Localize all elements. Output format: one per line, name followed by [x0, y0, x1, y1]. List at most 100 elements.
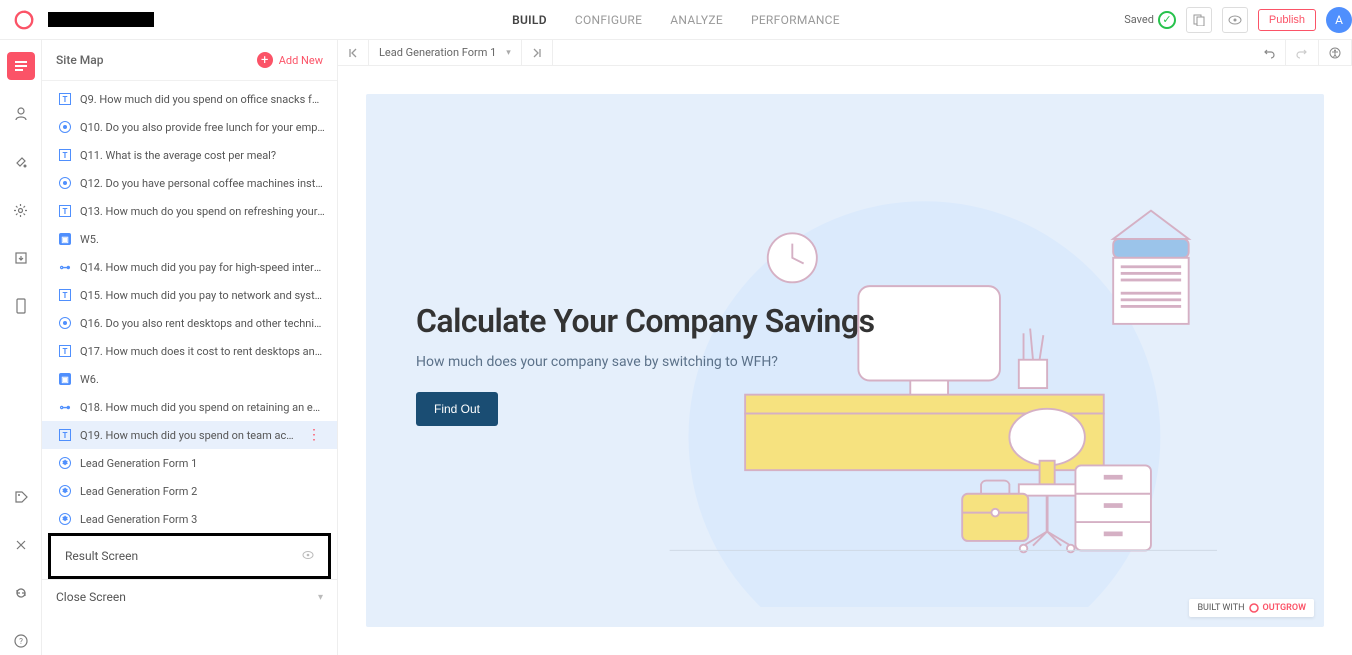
plus-icon: +	[257, 52, 273, 68]
sitemap-item-label: Q12. Do you have personal coffee machine…	[80, 177, 325, 190]
sitemap-item[interactable]: T Q17. How much does it cost to rent desk…	[42, 337, 337, 365]
svg-text:?: ?	[19, 637, 23, 646]
built-with-prefix: BUILT WITH	[1197, 603, 1244, 613]
sitemap-item-label: Lead Generation Form 2	[80, 485, 325, 498]
close-screen-section[interactable]: Close Screen ▾	[42, 579, 337, 614]
add-new-label: Add New	[279, 54, 323, 67]
last-screen-icon[interactable]	[522, 40, 553, 65]
form-type-icon: ✽	[58, 456, 72, 470]
result-screen-section[interactable]: Result Screen	[51, 536, 328, 576]
sitemap-sidebar: Site Map + Add New T Q9. How much did you…	[42, 40, 338, 655]
form-type-icon: ✽	[58, 512, 72, 526]
sitemap-item-label: Q19. How much did you spend on team acti…	[80, 429, 295, 442]
redo-icon[interactable]	[1286, 40, 1319, 65]
saved-label: Saved	[1124, 13, 1154, 26]
chevron-down-icon: ▾	[506, 48, 511, 58]
sitemap-item-label: Q18. How much did you spend on retaining…	[80, 401, 325, 414]
close-screen-label: Close Screen	[56, 590, 126, 604]
radio-type-icon	[58, 316, 72, 330]
rail-help-icon[interactable]: ?	[7, 627, 35, 655]
sitemap-item[interactable]: T Q19. How much did you spend on team act…	[42, 421, 337, 449]
form-type-icon: ✽	[58, 484, 72, 498]
rail-tools-icon[interactable]	[7, 531, 35, 559]
sitemap-item-label: Q17. How much does it cost to rent deskt…	[80, 345, 325, 358]
sitemap-item-label: Q16. Do you also rent desktops and other…	[80, 317, 325, 330]
project-name: Snowflake Demo	[48, 12, 154, 27]
chevron-down-icon: ▾	[318, 592, 323, 603]
sitemap-item[interactable]: T Q9. How much did you spend on office sn…	[42, 85, 337, 113]
accessibility-icon[interactable]	[1319, 40, 1352, 65]
sitemap-item[interactable]: Q12. Do you have personal coffee machine…	[42, 169, 337, 197]
rail-gear-icon[interactable]	[7, 196, 35, 224]
sitemap-item-label: W5.	[80, 233, 325, 246]
tab-analyze[interactable]: ANALYZE	[670, 13, 723, 27]
text-type-icon: T	[58, 148, 72, 162]
rail-export-icon[interactable]	[7, 244, 35, 272]
sitemap-item-label: Lead Generation Form 1	[80, 457, 325, 470]
undo-icon[interactable]	[1253, 40, 1286, 65]
find-out-button[interactable]: Find Out	[416, 392, 498, 426]
sitemap-item-label: Q11. What is the average cost per meal?	[80, 149, 325, 162]
sitemap-item-label: Lead Generation Form 3	[80, 513, 325, 526]
sitemap-item[interactable]: ▣W5.⋮	[42, 225, 337, 253]
first-screen-icon[interactable]	[338, 40, 369, 65]
sitemap-item-label: Q14. How much did you pay for high-speed…	[80, 261, 325, 274]
welcome-title: Calculate Your Company Savings	[416, 302, 875, 340]
sitemap-item-label: Q15. How much did you pay to network and…	[80, 289, 325, 302]
sitemap-item[interactable]: T Q11. What is the average cost per meal?…	[42, 141, 337, 169]
w-type-icon: ▣	[58, 232, 72, 246]
publish-button[interactable]: Publish	[1258, 9, 1316, 31]
radio-type-icon	[58, 176, 72, 190]
sitemap-item[interactable]: ⊶Q14. How much did you pay for high-spee…	[42, 253, 337, 281]
main-tabs: BUILD CONFIGURE ANALYZE PERFORMANCE	[512, 13, 840, 27]
brand-logo-icon[interactable]	[12, 8, 36, 32]
sitemap-item[interactable]: ▣W6.⋮	[42, 365, 337, 393]
result-screen-label: Result Screen	[65, 549, 138, 563]
radio-type-icon	[58, 120, 72, 134]
sitemap-item[interactable]: ✽Lead Generation Form 2⋮	[42, 477, 337, 505]
saved-indicator: Saved ✓	[1124, 11, 1176, 29]
rail-mobile-icon[interactable]	[7, 292, 35, 320]
outgrow-logo-icon	[1249, 603, 1259, 613]
current-screen-dropdown[interactable]: Lead Generation Form 1 ▾	[369, 40, 522, 65]
tab-performance[interactable]: PERFORMANCE	[751, 13, 840, 27]
sitemap-item-label: W6.	[80, 373, 325, 386]
sitemap-item[interactable]: ✽Lead Generation Form 1⋮	[42, 449, 337, 477]
sitemap-item[interactable]: T Q15. How much did you pay to network an…	[42, 281, 337, 309]
w-type-icon: ▣	[58, 372, 72, 386]
rail-user-icon[interactable]	[7, 100, 35, 128]
text-type-icon: T	[58, 428, 72, 442]
built-with-badge[interactable]: BUILT WITH OUTGROW	[1189, 599, 1314, 617]
text-type-icon: T	[58, 92, 72, 106]
preview-canvas[interactable]: Calculate Your Company Savings How much …	[366, 94, 1324, 627]
user-avatar[interactable]: A	[1326, 7, 1352, 33]
add-new-button[interactable]: + Add New	[257, 52, 323, 68]
sitemap-item[interactable]: ⊶Q18. How much did you spend on retainin…	[42, 393, 337, 421]
sitemap-item-label: Q10. Do you also provide free lunch for …	[80, 121, 325, 134]
text-type-icon: T	[58, 344, 72, 358]
rail-tag-icon[interactable]	[7, 483, 35, 511]
sitemap-item-label: Q9. How much did you spend on office sna…	[80, 93, 325, 106]
text-type-icon: T	[58, 288, 72, 302]
sitemap-item[interactable]: T Q13. How much do you spend on refreshin…	[42, 197, 337, 225]
check-icon: ✓	[1158, 11, 1176, 29]
rail-paint-icon[interactable]	[7, 148, 35, 176]
rail-refresh-icon[interactable]	[7, 579, 35, 607]
tab-configure[interactable]: CONFIGURE	[575, 13, 642, 27]
tab-build[interactable]: BUILD	[512, 13, 547, 27]
duplicate-icon[interactable]	[1186, 7, 1212, 33]
eye-icon[interactable]	[302, 549, 314, 563]
sitemap-item[interactable]: ✽Lead Generation Form 3⋮	[42, 505, 337, 533]
welcome-subtitle: How much does your company save by switc…	[416, 354, 875, 370]
sidebar-title: Site Map	[56, 53, 103, 67]
kebab-icon[interactable]: ⋮	[303, 427, 325, 443]
sitemap-item-label: Q13. How much do you spend on refreshing…	[80, 205, 325, 218]
rail-builder-icon[interactable]	[7, 52, 35, 80]
preview-icon[interactable]	[1222, 7, 1248, 33]
sitemap-list[interactable]: T Q9. How much did you spend on office sn…	[42, 81, 337, 655]
canvas-area: Lead Generation Form 1 ▾	[338, 40, 1352, 655]
left-icon-rail: ?	[0, 40, 42, 655]
sitemap-item[interactable]: Q16. Do you also rent desktops and other…	[42, 309, 337, 337]
text-type-icon: T	[58, 204, 72, 218]
sitemap-item[interactable]: Q10. Do you also provide free lunch for …	[42, 113, 337, 141]
